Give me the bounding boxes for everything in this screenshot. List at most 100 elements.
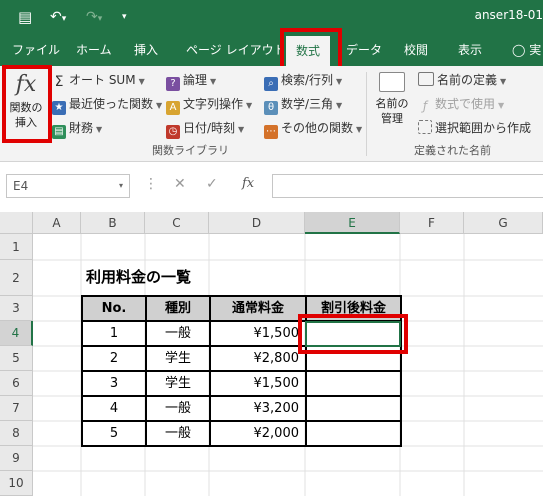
table-cell[interactable]: 一般 [147, 322, 211, 347]
row-header-4[interactable]: 4 [0, 321, 33, 346]
name-manager-label-2: 管理 [381, 112, 403, 125]
formula-input[interactable] [272, 174, 543, 198]
tab-tell-me-label: 実 [529, 43, 542, 57]
insert-function-icon[interactable]: fx [242, 176, 254, 191]
undo-button[interactable]: ↶▾ [50, 8, 66, 26]
autosum-label: オート SUM [69, 73, 136, 87]
more-functions-icon: ⋯ [264, 125, 278, 139]
name-manager-button[interactable]: 名前の 管理 [370, 72, 414, 142]
name-box[interactable]: E4 ▾ [6, 174, 130, 198]
tab-view[interactable]: 表示 [458, 34, 482, 66]
tab-page-layout[interactable]: ページ レイアウト [186, 34, 286, 66]
tab-review[interactable]: 校閲 [404, 34, 428, 66]
sheet-title: 利用料金の一覧 [86, 268, 192, 286]
define-name-icon [418, 72, 434, 86]
more-functions-label: その他の関数 [281, 121, 354, 135]
financial-button[interactable]: ▤ 財務 ▼ [52, 118, 102, 139]
table-cell[interactable]: 一般 [147, 397, 211, 422]
math-trig-button[interactable]: θ 数学/三角 ▼ [264, 94, 342, 115]
window-title: anser18-01 [474, 8, 543, 22]
table-cell[interactable]: ¥1,500 [211, 372, 307, 397]
table-cell[interactable]: ¥2,000 [211, 422, 307, 447]
save-icon[interactable]: ▤ [18, 8, 32, 26]
lightbulb-icon: ◯ [512, 43, 526, 57]
table-cell[interactable]: ¥1,500 [211, 322, 307, 347]
recently-used-button[interactable]: ★ 最近使った関数 ▼ [52, 94, 162, 115]
column-header-e[interactable]: E [305, 212, 400, 234]
table-cell[interactable]: 3 [83, 372, 147, 397]
table-header-no[interactable]: No. [83, 297, 147, 322]
column-header-c[interactable]: C [145, 212, 209, 234]
table-cell[interactable] [307, 422, 402, 447]
star-icon: ★ [52, 101, 66, 115]
more-functions-button[interactable]: ⋯ その他の関数 ▼ [264, 118, 362, 139]
tab-file[interactable]: ファイル [12, 34, 60, 66]
lookup-reference-label: 検索/行列 [281, 73, 334, 87]
column-header-f[interactable]: F [400, 212, 464, 234]
logical-button[interactable]: ? 論理 ▼ [166, 70, 216, 91]
create-from-selection-button[interactable]: 選択範囲から作成 [418, 118, 531, 138]
table-cell[interactable]: 5 [83, 422, 147, 447]
row-header-10[interactable]: 10 [0, 471, 33, 496]
logical-label: 論理 [183, 73, 208, 87]
name-manager-label-1: 名前の [375, 97, 409, 110]
row-header-1[interactable]: 1 [0, 234, 33, 260]
text-functions-button[interactable]: A 文字列操作 ▼ [166, 94, 252, 115]
recently-used-label: 最近使った関数 [69, 97, 154, 111]
table-cell[interactable]: 4 [83, 397, 147, 422]
cancel-icon[interactable]: ✕ [174, 176, 186, 192]
undo-dropdown-icon[interactable]: ▾ [62, 14, 67, 24]
row-header-9[interactable]: 9 [0, 446, 33, 471]
function-library-group-label: 関数ライブラリ [152, 144, 229, 157]
create-from-selection-label: 選択範囲から作成 [435, 121, 532, 135]
sigma-icon: Σ [54, 74, 64, 90]
table-header-regular-fee[interactable]: 通常料金 [211, 297, 307, 322]
table-cell[interactable]: 一般 [147, 422, 211, 447]
select-all-corner[interactable] [0, 212, 33, 234]
name-box-dropdown-icon[interactable]: ▾ [119, 175, 123, 197]
column-header-a[interactable]: A [33, 212, 81, 234]
table-cell[interactable]: 1 [83, 322, 147, 347]
redo-icon: ↷ [86, 9, 98, 25]
create-from-selection-icon [418, 120, 432, 134]
column-header-b[interactable]: B [81, 212, 145, 234]
row-header-5[interactable]: 5 [0, 346, 33, 371]
column-header-g[interactable]: G [464, 212, 543, 234]
date-time-button[interactable]: ◷ 日付/時刻 ▼ [166, 118, 244, 139]
text-icon: A [166, 101, 180, 115]
use-in-formula-icon: ƒ [422, 99, 428, 113]
row-header-3[interactable]: 3 [0, 296, 33, 321]
name-box-value: E4 [13, 179, 29, 193]
finance-icon: ▤ [52, 125, 66, 139]
define-name-button[interactable]: 名前の定義 ▼ [418, 70, 506, 90]
table-cell[interactable]: 学生 [147, 372, 211, 397]
autosum-button[interactable]: Σ オート SUM ▼ [52, 70, 145, 90]
tab-home[interactable]: ホーム [76, 34, 112, 66]
defined-names-group-label: 定義された名前 [414, 144, 491, 157]
row-header-6[interactable]: 6 [0, 371, 33, 396]
formula-bar: E4 ▾ ⋮ ✕ ✓ fx [0, 162, 543, 212]
tab-insert[interactable]: 挿入 [134, 34, 158, 66]
financial-label: 財務 [69, 121, 94, 135]
table-cell[interactable] [307, 372, 402, 397]
tab-data[interactable]: データ [346, 34, 382, 66]
enter-icon[interactable]: ✓ [206, 176, 218, 192]
table-cell[interactable]: ¥3,200 [211, 397, 307, 422]
row-header-2[interactable]: 2 [0, 260, 33, 296]
table-cell[interactable]: 学生 [147, 347, 211, 372]
highlight-insert-function [2, 65, 52, 143]
ribbon: fx 関数の 挿入 Σ オート SUM ▼ ★ 最近使った関数 ▼ ▤ 財務 ▼ ? 論理 ▼ … [0, 66, 543, 162]
table-cell[interactable]: ¥2,800 [211, 347, 307, 372]
column-header-d[interactable]: D [209, 212, 305, 234]
lookup-reference-button[interactable]: ⌕ 検索/行列 ▼ [264, 70, 342, 91]
text-functions-label: 文字列操作 [183, 97, 244, 111]
customize-quick-access-icon[interactable]: ▾ [122, 8, 127, 26]
redo-button[interactable]: ↷▾ [86, 8, 102, 26]
table-header-type[interactable]: 種別 [147, 297, 211, 322]
row-header-7[interactable]: 7 [0, 396, 33, 421]
tab-tell-me[interactable]: ◯ 実 [512, 34, 541, 66]
row-header-8[interactable]: 8 [0, 421, 33, 446]
define-name-label: 名前の定義 [437, 73, 498, 87]
table-cell[interactable]: 2 [83, 347, 147, 372]
table-cell[interactable] [307, 397, 402, 422]
